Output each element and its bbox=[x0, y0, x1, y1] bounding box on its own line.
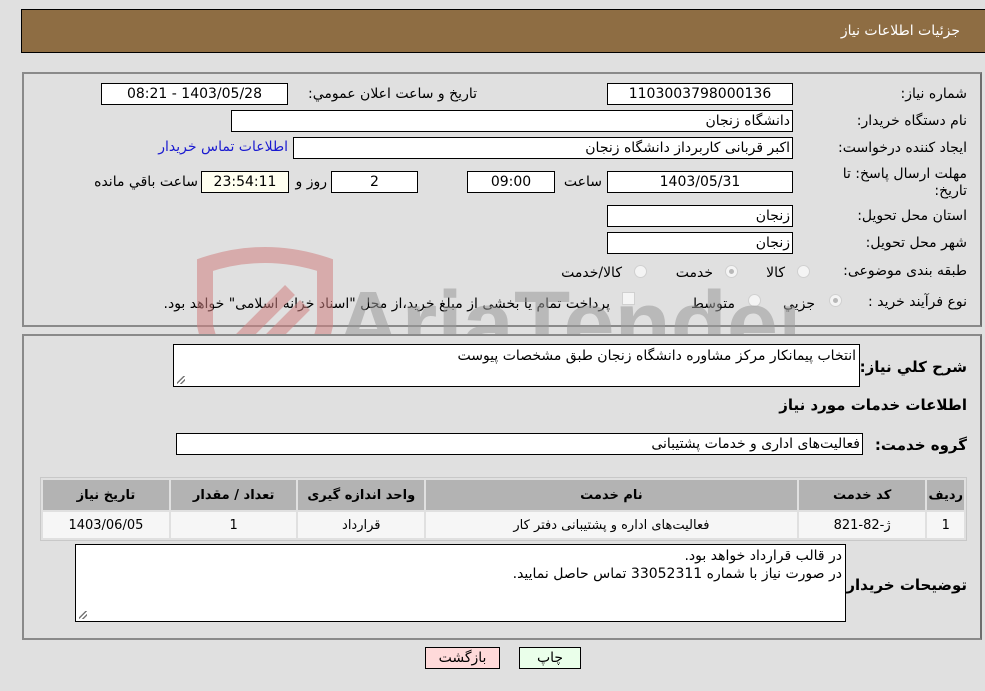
col-header-quantity: تعداد / مقدار bbox=[170, 480, 297, 510]
deadline-time-field: 09:00 bbox=[467, 171, 555, 193]
table-row: 1 ژ-82-821 فعالیت‌های اداره و پشتیبانی د… bbox=[43, 512, 964, 538]
announce-date-label: تاریخ و ساعت اعلان عمومي: bbox=[308, 86, 477, 102]
treasury-checkbox-label: پرداخت تمام یا بخشی از مبلغ خرید،از محل … bbox=[163, 296, 610, 312]
deadline-label-line1: مهلت ارسال پاسخ: تا bbox=[842, 166, 967, 182]
requester-field: اکبر قربانی کاربرداز دانشگاه زنجان bbox=[293, 137, 793, 159]
resize-grip-icon[interactable] bbox=[177, 376, 185, 384]
summary-label: شرح كلي نياز: bbox=[859, 358, 967, 376]
days-label: روز و bbox=[295, 174, 328, 190]
process-radio-medium[interactable] bbox=[748, 294, 761, 307]
need-number-label: شماره نیاز: bbox=[900, 86, 968, 102]
table-header-row: ردیف کد خدمت نام خدمت واحد اندازه گیری ت… bbox=[43, 480, 964, 510]
announce-date-field: 1403/05/28 - 08:21 bbox=[101, 83, 288, 105]
province-label: استان محل تحویل: bbox=[857, 208, 967, 224]
summary-text: انتخاب پیمانکار مرکز مشاوره دانشگاه زنجا… bbox=[457, 348, 856, 364]
process-radio-minor[interactable] bbox=[829, 294, 842, 307]
category-radio-goods-service[interactable] bbox=[634, 265, 647, 278]
print-button[interactable]: چاپ bbox=[519, 647, 581, 669]
cell-service-name: فعالیت‌های اداره و پشتیبانی دفتر کار bbox=[426, 512, 797, 538]
cell-unit: قرارداد bbox=[298, 512, 425, 538]
buyer-notes-label: توضیحات خریدار: bbox=[840, 576, 967, 594]
cell-service-code: ژ-82-821 bbox=[798, 512, 926, 538]
process-medium-label: متوسط bbox=[691, 296, 735, 312]
services-heading: اطلاعات خدمات مورد نیاز bbox=[779, 396, 967, 414]
process-label: نوع فرآیند خرید : bbox=[868, 294, 967, 310]
summary-textarea[interactable]: انتخاب پیمانکار مرکز مشاوره دانشگاه زنجا… bbox=[173, 344, 860, 387]
buyer-notes-textarea[interactable]: در قالب قرارداد خواهد بود. در صورت نیاز … bbox=[75, 544, 846, 622]
col-header-row-number: ردیف bbox=[927, 480, 964, 510]
col-header-service-code: کد خدمت bbox=[798, 480, 926, 510]
buyer-org-label: نام دستگاه خريدار: bbox=[856, 113, 967, 129]
col-header-need-date: تاریخ نیاز bbox=[43, 480, 169, 510]
remaining-time-label: ساعت باقي مانده bbox=[94, 174, 198, 190]
deadline-label-line2: تاریخ: bbox=[934, 183, 967, 199]
category-goods-service-label: کالا/خدمت bbox=[561, 265, 622, 281]
process-minor-label: جزيي bbox=[783, 296, 815, 312]
cell-row-number: 1 bbox=[927, 512, 964, 538]
buyer-contact-link[interactable]: اطلاعات تماس خريدار bbox=[158, 139, 288, 155]
category-radio-goods[interactable] bbox=[797, 265, 810, 278]
deadline-time-label: ساعت bbox=[563, 174, 602, 190]
treasury-checkbox[interactable] bbox=[622, 292, 635, 305]
buyer-notes-line-2: در صورت نیاز با شماره 33052311 تماس حاصل… bbox=[512, 566, 842, 582]
services-table: ردیف کد خدمت نام خدمت واحد اندازه گیری ت… bbox=[40, 477, 967, 541]
deadline-date-field: 1403/05/31 bbox=[607, 171, 793, 193]
need-number-field: 1103003798000136 bbox=[607, 83, 793, 105]
province-field: زنجان bbox=[607, 205, 793, 227]
cell-need-date: 1403/06/05 bbox=[43, 512, 169, 538]
page-title: جزئیات اطلاعات نیاز bbox=[840, 23, 960, 39]
buyer-notes-line-1: در قالب قرارداد خواهد بود. bbox=[684, 548, 842, 564]
category-service-label: خدمت bbox=[675, 265, 713, 281]
page-header: جزئیات اطلاعات نیاز bbox=[21, 9, 985, 53]
service-group-field: فعالیت‌های اداری و خدمات پشتیبانی bbox=[176, 433, 863, 455]
col-header-unit: واحد اندازه گیری bbox=[298, 480, 425, 510]
category-radio-service[interactable] bbox=[725, 265, 738, 278]
category-goods-label: کالا bbox=[766, 265, 785, 281]
remaining-time-field: 23:54:11 bbox=[201, 171, 289, 193]
category-label: طبقه بندی موضوعی: bbox=[843, 263, 967, 279]
service-group-label: گروه خدمت: bbox=[874, 436, 967, 454]
back-button[interactable]: بازگشت bbox=[425, 647, 500, 669]
requester-label: ایجاد کننده درخواست: bbox=[838, 140, 967, 156]
buyer-org-field: دانشگاه زنجان bbox=[231, 110, 793, 132]
resize-grip-icon[interactable] bbox=[79, 611, 87, 619]
cell-quantity: 1 bbox=[170, 512, 297, 538]
remaining-days-field: 2 bbox=[331, 171, 418, 193]
city-label: شهر محل تحویل: bbox=[865, 235, 967, 251]
col-header-service-name: نام خدمت bbox=[426, 480, 797, 510]
city-field: زنجان bbox=[607, 232, 793, 254]
